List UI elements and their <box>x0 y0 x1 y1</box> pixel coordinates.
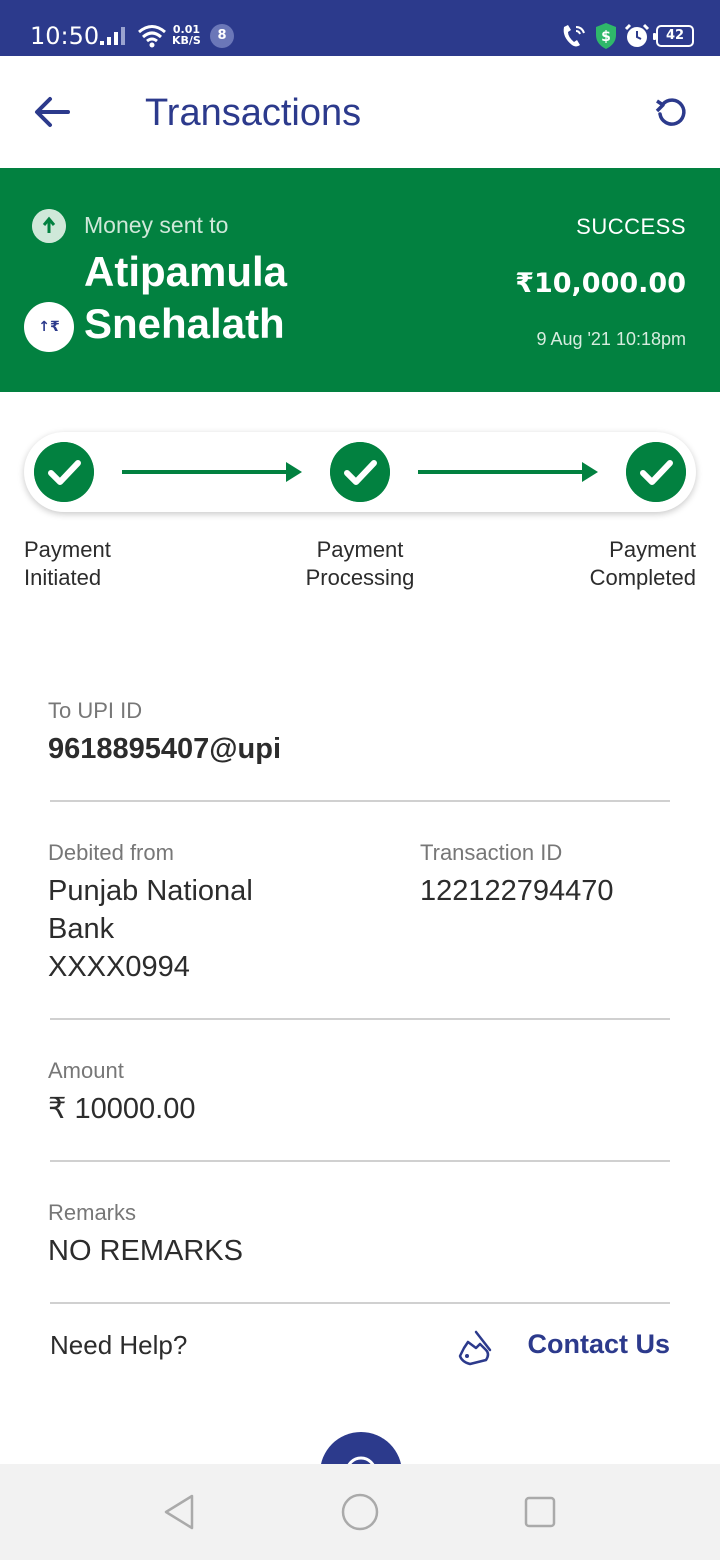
status-right-icons: $ 42 <box>560 22 694 50</box>
wifi-call-icon <box>563 25 585 47</box>
step-label-line: Completed <box>589 565 696 590</box>
bank-name-line: Bank <box>48 913 115 945</box>
arrow-up-icon <box>32 209 66 243</box>
upi-id-label: To UPI ID <box>48 698 143 723</box>
check-icon <box>626 442 686 502</box>
check-icon <box>330 442 390 502</box>
status-badge: SUCCESS <box>576 214 686 239</box>
debited-from-label: Debited from <box>48 840 174 865</box>
nav-home-icon[interactable] <box>340 1492 380 1532</box>
battery-icon: 42 <box>653 25 694 47</box>
amount-label: Amount <box>48 1058 124 1083</box>
need-help-text: Need Help? <box>50 1330 188 1360</box>
phone-icon[interactable] <box>456 1326 496 1366</box>
step-label-completed: Payment Completed <box>590 536 696 592</box>
nav-recents-icon[interactable] <box>520 1492 560 1532</box>
notification-badge: 8 <box>210 24 234 48</box>
step-label-line: Initiated <box>24 565 102 590</box>
direction-label: Money sent to <box>84 212 229 238</box>
divider <box>50 1018 670 1020</box>
transaction-id-value: 122122794470 <box>420 875 614 907</box>
refresh-icon[interactable] <box>652 92 692 132</box>
debited-from-value: Punjab National Bank XXXX0994 <box>48 872 253 986</box>
signal-icon <box>100 27 125 45</box>
arrow-right-icon <box>122 462 302 482</box>
net-speed-unit: KB/S <box>172 34 201 47</box>
step-label-initiated: Payment Initiated <box>24 536 111 592</box>
account-number: XXXX0994 <box>48 951 190 983</box>
divider <box>50 800 670 802</box>
system-nav-bar <box>0 1464 720 1560</box>
step-label-line: Processing <box>305 565 415 590</box>
wifi-icon <box>138 25 166 48</box>
app-bar: Transactions <box>0 56 720 168</box>
payee-name: Atipamula Snehalath <box>84 248 288 347</box>
nav-back-icon[interactable] <box>160 1492 200 1532</box>
status-bar: 10:50 0.01 KB/S 8 $ 42 <box>0 0 720 56</box>
transaction-datetime: 9 Aug '21 10:18pm <box>536 329 686 349</box>
progress-tracker <box>24 432 696 512</box>
transaction-id-label: Transaction ID <box>420 840 563 865</box>
remarks-value: NO REMARKS <box>48 1235 243 1267</box>
svg-text:$: $ <box>601 29 611 45</box>
status-time: 10:50 <box>30 22 100 50</box>
amount-value: ₹ 10000.00 <box>48 1093 196 1125</box>
net-speed: 0.01 KB/S <box>172 24 201 46</box>
bank-name-line: Punjab National <box>48 875 253 907</box>
arrow-left-icon[interactable] <box>32 92 72 132</box>
step-label-processing: Payment Processing <box>280 536 440 592</box>
security-icon: $ <box>596 23 616 49</box>
remarks-label: Remarks <box>48 1200 137 1225</box>
step-label-line: Payment <box>609 537 696 562</box>
check-icon <box>34 442 94 502</box>
upi-id-value: 9618895407@upi <box>48 733 282 765</box>
arrow-right-icon <box>418 462 598 482</box>
alarm-icon <box>624 23 650 47</box>
transaction-summary: Money sent to Atipamula Snehalath ↑₹ SUC… <box>0 168 720 392</box>
rupee-transfer-icon: ↑₹ <box>24 302 74 352</box>
step-label-line: Payment <box>316 537 404 562</box>
amount-summary: ₹10,000.00 <box>515 268 686 299</box>
contact-us-link[interactable]: Contact Us <box>527 1329 670 1360</box>
step-label-line: Payment <box>24 537 111 562</box>
divider <box>50 1302 670 1304</box>
divider <box>50 1160 670 1162</box>
page-title: Transactions <box>145 92 362 134</box>
